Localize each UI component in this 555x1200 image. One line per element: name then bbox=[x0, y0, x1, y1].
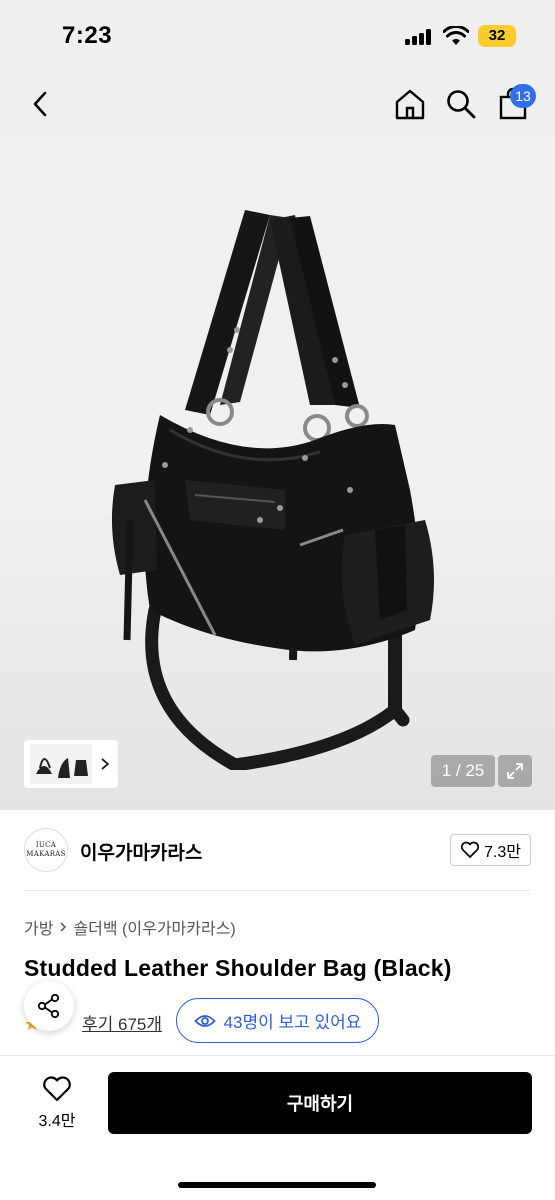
breadcrumb-subcategory[interactable]: 숄더백 (이우가마카라스) bbox=[73, 915, 235, 939]
heart-icon bbox=[460, 841, 480, 858]
viewing-now-badge[interactable]: 43명이 보고 있어요 bbox=[176, 998, 379, 1043]
expand-icon bbox=[507, 763, 523, 779]
chevron-right-icon bbox=[60, 922, 67, 932]
wishlist-count: 3.4만 bbox=[38, 1113, 76, 1130]
brand-like-count: 7.3만 bbox=[484, 844, 521, 861]
share-button[interactable] bbox=[24, 981, 74, 1031]
viewing-now-text: 43명이 보고 있어요 bbox=[223, 1013, 362, 1032]
cart-count-badge: 13 bbox=[510, 84, 536, 108]
chevron-right-icon bbox=[101, 758, 110, 770]
review-link[interactable]: 후기 675개 bbox=[82, 1010, 162, 1035]
image-counter: 1 / 25 bbox=[431, 755, 495, 787]
status-bar: 7:23 32 bbox=[0, 0, 555, 70]
search-icon bbox=[447, 90, 476, 119]
signal-icon bbox=[405, 29, 433, 45]
home-icon bbox=[395, 89, 425, 120]
buy-button[interactable]: 구매하기 bbox=[108, 1072, 532, 1134]
home-button[interactable] bbox=[390, 84, 430, 124]
wishlist-button[interactable]: 3.4만 bbox=[28, 1075, 86, 1135]
chevron-left-icon bbox=[33, 91, 47, 117]
battery-indicator: 32 bbox=[478, 25, 516, 47]
expand-button[interactable] bbox=[498, 755, 532, 787]
breadcrumb-category[interactable]: 가방 bbox=[24, 915, 53, 939]
share-icon bbox=[37, 993, 60, 1019]
breadcrumb: 가방 숄더백 (이우가마카라스) bbox=[24, 915, 236, 939]
back-button[interactable] bbox=[22, 86, 58, 122]
status-time: 7:23 bbox=[62, 22, 113, 49]
home-indicator bbox=[178, 1182, 376, 1188]
brand-like-button[interactable]: 7.3만 bbox=[450, 834, 531, 866]
thumbnail-strip[interactable] bbox=[24, 740, 118, 788]
product-image[interactable] bbox=[95, 190, 455, 770]
brand-logo-text: MAKARAS bbox=[26, 850, 66, 858]
divider bbox=[24, 890, 531, 891]
wifi-icon bbox=[443, 26, 469, 45]
brand-logo-text: IUCA bbox=[35, 841, 57, 849]
thumbnail-image[interactable] bbox=[30, 744, 92, 784]
brand-name[interactable]: 이우가마카라스 bbox=[80, 838, 202, 865]
product-title: Studded Leather Shoulder Bag (Black) bbox=[24, 955, 452, 981]
brand-logo[interactable]: IUCA MAKARAS bbox=[24, 828, 68, 872]
heart-icon bbox=[43, 1076, 71, 1102]
eye-icon bbox=[193, 1014, 216, 1027]
search-button[interactable] bbox=[443, 86, 479, 122]
